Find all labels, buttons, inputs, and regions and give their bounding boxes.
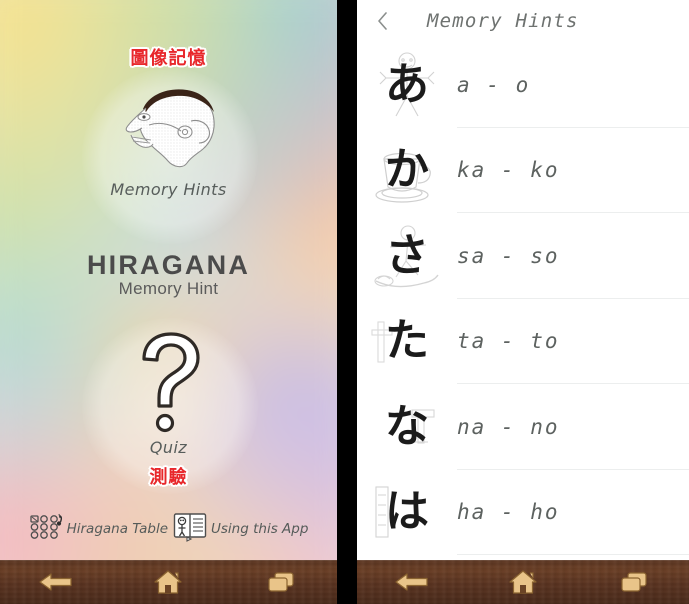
recents-icon — [268, 572, 294, 592]
kana-character: た — [385, 315, 429, 367]
quiz-question-mark-icon[interactable] — [128, 330, 213, 435]
home-icon — [509, 570, 537, 594]
list-item[interactable]: は ha - ho — [357, 470, 689, 556]
app-subtitle: Memory Hint — [118, 279, 219, 298]
romaji-label: ha - ho — [457, 500, 560, 525]
list-item[interactable]: あ a - o — [357, 42, 689, 128]
romaji-label: ka - ko — [457, 158, 560, 183]
hiragana-table-link[interactable]: Hiragana Table — [29, 513, 168, 546]
nav-recents-button[interactable] — [598, 560, 670, 604]
memory-head-icon[interactable] — [113, 85, 228, 173]
hiragana-table-label: Hiragana Table — [66, 521, 169, 537]
chevron-left-icon — [378, 12, 387, 30]
quiz-chinese-label: 測驗 — [149, 467, 188, 488]
left-phone-screen: 圖像記憶 Memory Hints HIRAGANA Memory Hint Q… — [0, 0, 337, 604]
list-item[interactable]: か ka - ko — [357, 128, 689, 214]
using-this-app-link[interactable]: Using this App — [173, 512, 308, 547]
nav-back-button[interactable] — [20, 560, 92, 604]
kana-glyph-cell: は — [357, 470, 457, 556]
romaji-label: sa - so — [457, 243, 560, 268]
kana-glyph-cell: な — [357, 384, 457, 470]
right-android-navbar — [357, 560, 689, 604]
memory-hints-list[interactable]: あ a - o か ka - ko さ sa - so た ta - to な … — [357, 42, 689, 562]
kana-character: な — [385, 400, 429, 452]
kana-character: さ — [385, 229, 429, 281]
kana-character: か — [385, 144, 429, 196]
memory-hints-header: Memory Hints — [357, 0, 689, 42]
screen-divider-gap — [337, 0, 357, 604]
memory-hints-chinese-label: 圖像記憶 — [130, 48, 207, 69]
quiz-caption: Quiz — [149, 438, 188, 457]
back-arrow-icon — [395, 573, 428, 591]
kana-glyph-cell: さ — [357, 213, 457, 299]
nav-back-button[interactable] — [376, 560, 448, 604]
romaji-label: na - no — [457, 414, 560, 439]
footer-links: Hiragana Table Using this App — [0, 512, 337, 546]
book-icon — [173, 512, 207, 547]
header-title: Memory Hints — [427, 10, 579, 32]
left-android-navbar — [0, 560, 337, 604]
recents-icon — [621, 572, 647, 592]
using-this-app-label: Using this App — [211, 521, 309, 537]
kana-glyph-cell: あ — [357, 42, 457, 128]
nav-recents-button[interactable] — [245, 560, 317, 604]
kana-character: は — [385, 486, 429, 538]
back-arrow-icon — [39, 573, 72, 591]
romaji-label: ta - to — [457, 329, 560, 354]
app-title: HIRAGANA — [86, 250, 251, 280]
home-icon — [154, 570, 183, 594]
list-item[interactable]: た ta - to — [357, 299, 689, 385]
nav-home-button[interactable] — [487, 560, 559, 604]
right-phone-screen: Memory Hints あ a - o か ka - ko さ sa - so… — [357, 0, 689, 604]
dual-screenshot: 圖像記憶 Memory Hints HIRAGANA Memory Hint Q… — [0, 0, 689, 604]
hiragana-table-icon — [29, 513, 63, 546]
romaji-label: a - o — [457, 72, 531, 97]
nav-home-button[interactable] — [132, 560, 204, 604]
memory-hints-caption: Memory Hints — [110, 180, 227, 199]
list-item[interactable]: な na - no — [357, 384, 689, 470]
kana-glyph-cell: た — [357, 299, 457, 385]
kana-glyph-cell: か — [357, 128, 457, 214]
header-back-button[interactable] — [357, 0, 403, 42]
list-item[interactable]: さ sa - so — [357, 213, 689, 299]
kana-character: あ — [385, 58, 429, 110]
